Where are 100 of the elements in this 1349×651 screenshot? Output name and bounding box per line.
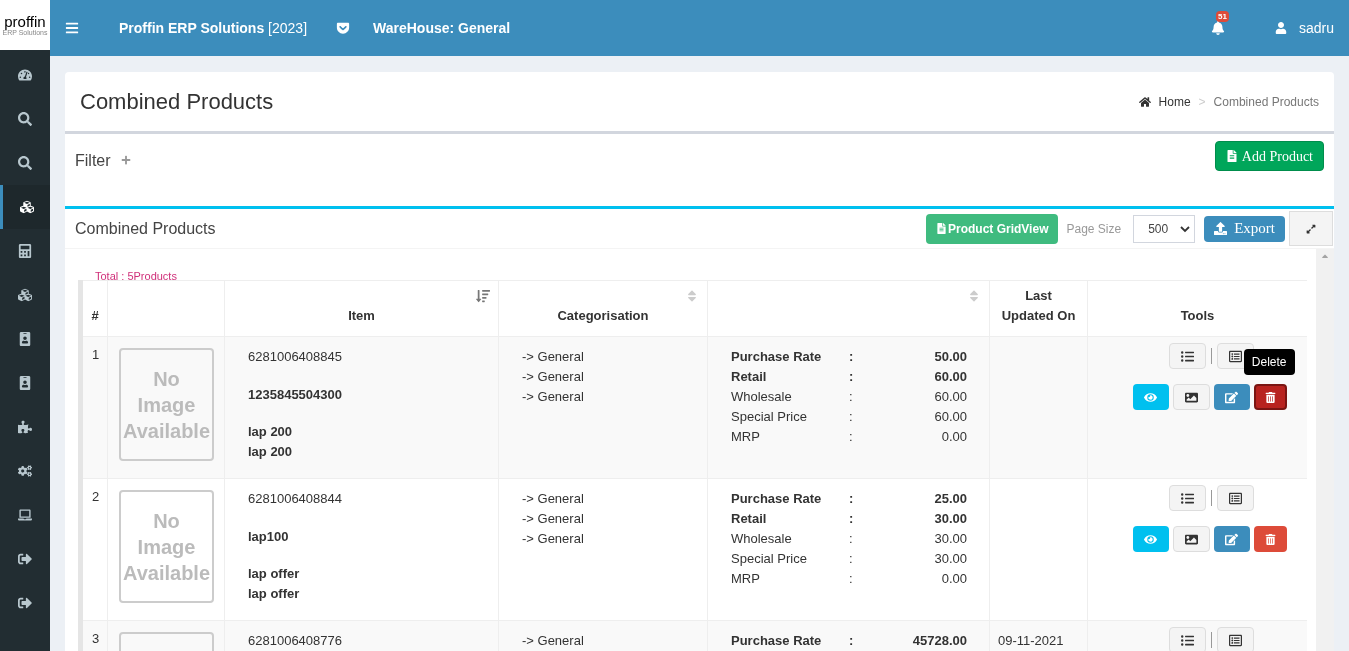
sign-out-icon [18, 552, 32, 566]
breadcrumb-current: Combined Products [1213, 93, 1319, 111]
image-icon [1184, 532, 1198, 546]
sidebar-item[interactable] [0, 185, 50, 229]
pocket-icon[interactable] [336, 21, 351, 35]
price-label: Special Price [731, 408, 808, 426]
notification-icon[interactable] [1210, 21, 1225, 35]
list-icon [1181, 633, 1194, 647]
price-value: 60.00 [934, 368, 967, 386]
user-name[interactable]: sadru [1298, 17, 1334, 39]
category-text: -> General [522, 490, 585, 508]
image-icon [1184, 390, 1198, 404]
separator-text: : [849, 490, 854, 508]
edit-button[interactable] [1213, 526, 1250, 552]
list-button[interactable] [1169, 485, 1206, 511]
price-value: 25.00 [934, 490, 967, 508]
price-value: 30.00 [934, 530, 967, 548]
list-button[interactable] [1169, 627, 1206, 651]
edit-button[interactable] [1213, 384, 1250, 410]
price-label: MRP [731, 428, 761, 446]
calculator-icon [18, 244, 32, 258]
user-icon[interactable] [1274, 22, 1287, 34]
price-value: 45728.00 [912, 632, 967, 650]
upload-icon [1214, 222, 1228, 235]
category-text: -> General [522, 632, 585, 650]
separator-text: : [849, 348, 854, 366]
price-label: Special Price [731, 550, 808, 568]
image-button[interactable] [1172, 384, 1210, 410]
details-button[interactable] [1217, 627, 1254, 651]
chevron-icon [1180, 224, 1191, 233]
column-header: # [91, 307, 99, 325]
price-label: Purchase Rate [731, 348, 823, 366]
edit-icon [1225, 532, 1238, 546]
product-name: lap offer [248, 565, 301, 583]
barcode-text: 6281006408776 [248, 632, 343, 650]
price-value: 60.00 [934, 388, 967, 406]
row-number: 2 [92, 489, 100, 504]
badge-icon [18, 376, 32, 390]
product-code: 1235845504300 [248, 385, 343, 404]
price-label: Purchase Rate [731, 490, 823, 508]
price-label: Purchase Rate [731, 632, 823, 650]
puzzle-icon [18, 420, 32, 434]
column-header: Categorisation [557, 307, 649, 325]
image-button[interactable] [1172, 526, 1210, 552]
menu-icon[interactable] [65, 21, 79, 35]
expand-icon [1306, 223, 1316, 234]
column-header: Item [348, 307, 375, 325]
row-number: 1 [92, 347, 100, 362]
price-value: 30.00 [934, 510, 967, 528]
badge-icon [18, 332, 32, 346]
trash-icon [1264, 391, 1276, 403]
separator-text: : [849, 530, 853, 548]
page-size-label: Page Size [1066, 220, 1122, 238]
column-header: Last Updated On [1000, 287, 1077, 325]
row-number: 3 [92, 631, 100, 646]
scrollbar[interactable] [1316, 249, 1334, 651]
sort-icon[interactable] [476, 289, 490, 303]
price-label: Wholesale [731, 530, 793, 548]
price-label: Wholesale [731, 388, 793, 406]
category-text: -> General [522, 348, 585, 366]
category-text: -> General [522, 368, 585, 386]
price-value: 0.00 [941, 570, 967, 588]
list-button[interactable] [1169, 343, 1206, 369]
price-value: 60.00 [934, 408, 967, 426]
search-icon [18, 112, 32, 126]
search-icon [18, 156, 32, 170]
breadcrumb-link[interactable]: Home [1158, 92, 1191, 111]
details-icon [1229, 491, 1242, 505]
cubes-icon [18, 288, 32, 302]
page-title: Combined Products [80, 88, 274, 116]
separator-text: : [849, 388, 853, 406]
product-name: lap offer [248, 585, 301, 603]
delete-button[interactable] [1253, 384, 1287, 410]
details-button[interactable] [1217, 485, 1254, 511]
eye-icon [1144, 532, 1157, 546]
filter-label[interactable]: Filter [75, 149, 111, 173]
export-button[interactable]: Export [1204, 215, 1285, 242]
notification-badge: 51 [1215, 11, 1229, 22]
no-image-text: No Image Available [122, 366, 211, 444]
panel-title: Combined Products [75, 218, 216, 239]
separator-text: : [849, 368, 854, 386]
column-header: Tools [1180, 307, 1215, 325]
separator-text: : [849, 632, 854, 650]
company-name: Proffin ERP Solutions [2023] [119, 18, 308, 38]
plus-icon[interactable] [120, 155, 131, 165]
separator-text: : [849, 428, 853, 446]
barcode-text: 6281006408845 [248, 348, 343, 366]
price-label: Retail [731, 368, 768, 386]
no-image-text: No Image Available [122, 508, 211, 586]
sign-out-icon [18, 596, 32, 610]
laptop-icon [18, 508, 32, 522]
list-icon [1181, 491, 1194, 505]
price-label: MRP [731, 570, 761, 588]
tooltip: Delete [1243, 349, 1295, 375]
product-name: lap 200 [248, 423, 294, 441]
eye-icon [1144, 390, 1157, 404]
product-name: lap 200 [248, 443, 294, 461]
page-size-select[interactable]: 500 [1133, 214, 1196, 243]
total-count: Total : 5Products [95, 270, 177, 282]
price-value: 50.00 [934, 348, 967, 366]
